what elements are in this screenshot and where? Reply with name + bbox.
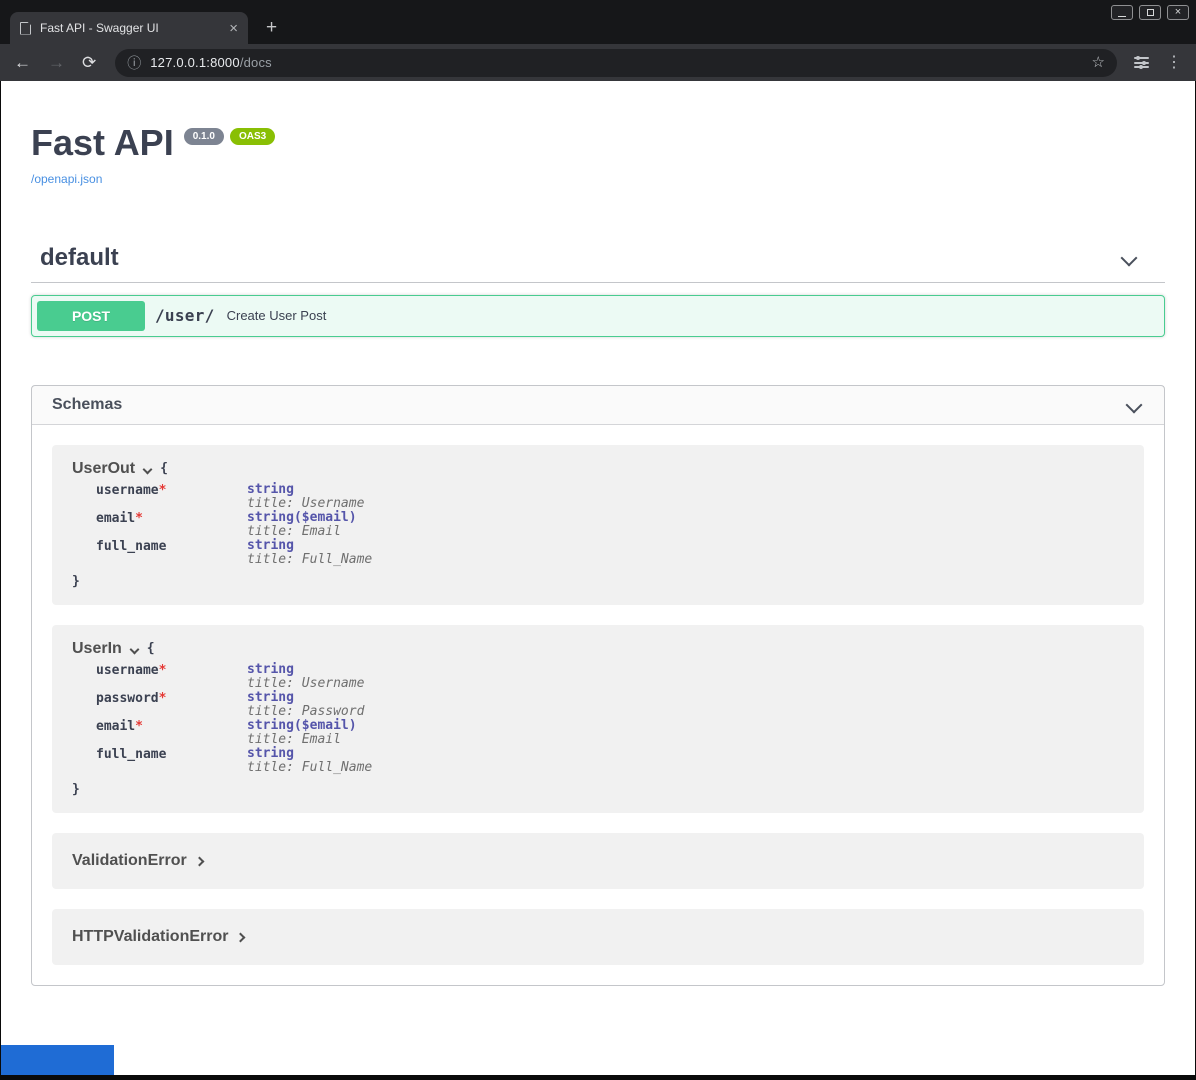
required-star: * bbox=[159, 691, 167, 706]
default-tag-section: default POST /user/ Create User Post bbox=[31, 240, 1165, 337]
tab-close-icon[interactable]: × bbox=[229, 21, 238, 36]
browser-window: Fast API - Swagger UI × + × ← → ⟳ ⓘ 127.… bbox=[0, 0, 1196, 1080]
property-row: email* string($email)title: Email bbox=[96, 719, 372, 747]
property-name: username bbox=[96, 483, 159, 498]
schemas-header[interactable]: Schemas bbox=[32, 386, 1164, 425]
bookmark-star-icon[interactable]: ☆ bbox=[1092, 55, 1105, 70]
property-name: password bbox=[96, 691, 159, 706]
properties-table: username* stringtitle: Username password… bbox=[96, 663, 372, 775]
back-icon[interactable]: ← bbox=[14, 54, 31, 71]
schemas-body: UserOut { username* stringtitle: Usernam… bbox=[32, 425, 1164, 985]
model-title: HTTPValidationError bbox=[72, 928, 228, 946]
schemas-section: Schemas UserOut { username* bbox=[31, 385, 1165, 986]
property-row: password* stringtitle: Password bbox=[96, 691, 372, 719]
property-type: string bbox=[247, 539, 372, 553]
model-userin: UserIn { username* stringtitle: Username… bbox=[52, 625, 1144, 813]
property-title: title: Username bbox=[247, 497, 372, 511]
property-row: full_name stringtitle: Full_Name bbox=[96, 747, 372, 775]
close-button[interactable]: × bbox=[1167, 5, 1189, 20]
chevron-right-icon[interactable] bbox=[236, 932, 246, 942]
required-star: * bbox=[159, 663, 167, 678]
property-name: username bbox=[96, 663, 159, 678]
property-title: title: Full_Name bbox=[247, 761, 372, 775]
property-row: username* stringtitle: Username bbox=[96, 663, 372, 691]
tune-icon[interactable] bbox=[1134, 55, 1149, 71]
model-title: UserOut bbox=[72, 460, 135, 478]
tag-title: default bbox=[40, 244, 119, 272]
browser-toolbar: ← → ⟳ ⓘ 127.0.0.1:8000/docs ☆ ⋮ bbox=[0, 44, 1196, 81]
schemas-title: Schemas bbox=[52, 396, 122, 414]
api-title: Fast API bbox=[31, 123, 174, 163]
property-title: title: Email bbox=[247, 525, 372, 539]
window-controls: × bbox=[1111, 5, 1189, 20]
browser-tab[interactable]: Fast API - Swagger UI × bbox=[10, 12, 248, 44]
property-type: string($email) bbox=[247, 511, 372, 525]
swagger-ui: Fast API 0.1.0 OAS3 /openapi.json defaul… bbox=[1, 81, 1195, 986]
post-user-opblock[interactable]: POST /user/ Create User Post bbox=[31, 295, 1165, 337]
openapi-json-link[interactable]: /openapi.json bbox=[31, 172, 102, 186]
property-name: full_name bbox=[96, 539, 166, 554]
url-host: 127.0.0.1:8000 bbox=[150, 55, 240, 70]
close-brace: } bbox=[72, 783, 1129, 797]
tab-strip: Fast API - Swagger UI × + × bbox=[0, 0, 1196, 44]
property-type: string bbox=[247, 483, 372, 497]
minimize-icon bbox=[1118, 16, 1126, 17]
tab-title: Fast API - Swagger UI bbox=[40, 21, 220, 35]
property-type: string bbox=[247, 691, 372, 705]
close-brace: } bbox=[72, 575, 1129, 589]
property-row: email* string($email)title: Email bbox=[96, 511, 372, 539]
menu-icon[interactable]: ⋮ bbox=[1166, 55, 1182, 71]
address-bar[interactable]: ⓘ 127.0.0.1:8000/docs ☆ bbox=[115, 49, 1117, 77]
url-text: 127.0.0.1:8000/docs bbox=[150, 55, 1082, 70]
property-title: title: Full_Name bbox=[247, 553, 372, 567]
property-row: username* stringtitle: Username bbox=[96, 483, 372, 511]
model-userout: UserOut { username* stringtitle: Usernam… bbox=[52, 445, 1144, 605]
property-row: full_name stringtitle: Full_Name bbox=[96, 539, 372, 567]
new-tab-button[interactable]: + bbox=[260, 16, 283, 39]
property-name: full_name bbox=[96, 747, 166, 762]
model-httpvalidationerror[interactable]: HTTPValidationError bbox=[52, 909, 1144, 965]
property-name: email bbox=[96, 511, 135, 526]
api-badges: 0.1.0 OAS3 bbox=[184, 128, 275, 145]
properties-table: username* stringtitle: Username email* s… bbox=[96, 483, 372, 567]
page-document-icon bbox=[20, 22, 31, 35]
property-name: email bbox=[96, 719, 135, 734]
chevron-down-icon[interactable] bbox=[1121, 249, 1138, 266]
property-type: string($email) bbox=[247, 719, 372, 733]
required-star: * bbox=[135, 719, 143, 734]
endpoint-summary: Create User Post bbox=[227, 308, 327, 323]
property-title: title: Username bbox=[247, 677, 372, 691]
open-brace: { bbox=[147, 642, 155, 656]
required-star: * bbox=[159, 483, 167, 498]
chevron-down-icon[interactable] bbox=[1126, 396, 1143, 413]
page-content: Fast API 0.1.0 OAS3 /openapi.json defaul… bbox=[1, 81, 1195, 1075]
reload-icon[interactable]: ⟳ bbox=[82, 54, 96, 71]
property-type: string bbox=[247, 747, 372, 761]
endpoint-path: /user/ bbox=[155, 306, 215, 325]
oas3-badge: OAS3 bbox=[230, 128, 275, 145]
api-info: Fast API 0.1.0 OAS3 /openapi.json bbox=[31, 123, 1165, 188]
minimize-button[interactable] bbox=[1111, 5, 1133, 20]
chevron-down-icon[interactable] bbox=[143, 464, 153, 474]
opblock-summary[interactable]: POST /user/ Create User Post bbox=[32, 296, 1164, 336]
default-tag-header[interactable]: default bbox=[31, 240, 1165, 283]
required-star: * bbox=[135, 511, 143, 526]
info-icon[interactable]: ⓘ bbox=[127, 56, 141, 70]
maximize-button[interactable] bbox=[1139, 5, 1161, 20]
forward-icon[interactable]: → bbox=[48, 54, 65, 71]
post-method-badge: POST bbox=[37, 301, 145, 331]
property-title: title: Password bbox=[247, 705, 372, 719]
property-title: title: Email bbox=[247, 733, 372, 747]
url-path: /docs bbox=[240, 55, 272, 70]
chevron-down-icon[interactable] bbox=[129, 644, 139, 654]
maximize-icon bbox=[1147, 9, 1154, 16]
model-title: ValidationError bbox=[72, 852, 187, 870]
model-title: UserIn bbox=[72, 640, 122, 658]
model-validationerror[interactable]: ValidationError bbox=[52, 833, 1144, 889]
chevron-right-icon[interactable] bbox=[194, 856, 204, 866]
property-type: string bbox=[247, 663, 372, 677]
status-bubble bbox=[1, 1045, 114, 1075]
open-brace: { bbox=[160, 462, 168, 476]
version-badge: 0.1.0 bbox=[184, 128, 224, 145]
